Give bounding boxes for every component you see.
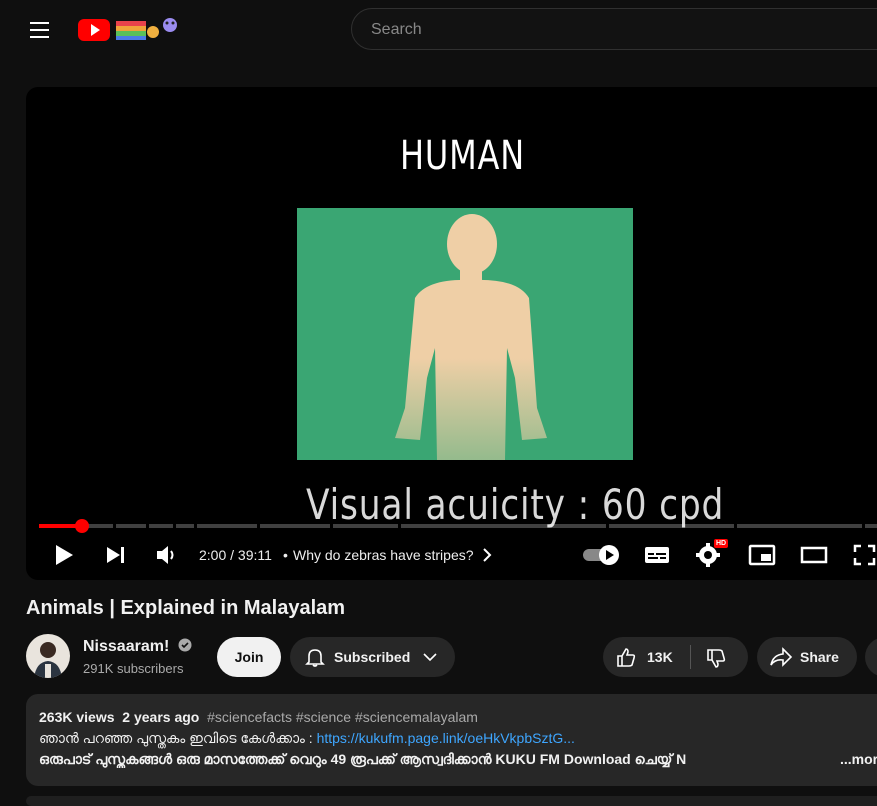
video-title: Animals | Explained in Malayalam — [26, 597, 346, 619]
chapter-separator: • — [283, 547, 288, 563]
thumbs-down-icon — [707, 649, 726, 668]
fullscreen-button[interactable] — [852, 540, 877, 570]
subscribed-button[interactable]: Subscribed — [290, 637, 455, 677]
view-count: 263K views — [39, 709, 115, 725]
chapter-title: Why do zebras have stripes? — [293, 547, 474, 563]
channel-name[interactable]: Nissaaram! — [83, 638, 192, 656]
youtube-logo[interactable] — [78, 15, 188, 47]
description-line-1: ഞാൻ പറഞ്ഞ പുസ്തകം ഇവിടെ കേൾക്കാം : https… — [39, 730, 575, 747]
theater-mode-button[interactable] — [800, 540, 828, 570]
next-section-edge — [26, 796, 877, 806]
miniplayer-button[interactable] — [748, 540, 776, 570]
progress-bar[interactable] — [39, 519, 877, 533]
description-line-1-text: ഞാൻ പറഞ്ഞ പുസ്തകം ഇവിടെ കേൾക്കാം : — [39, 730, 317, 746]
upload-age: 2 years ago — [122, 709, 200, 725]
subscribed-label: Subscribed — [334, 649, 411, 665]
chevron-down-icon — [423, 653, 437, 662]
thumbs-up-icon — [617, 648, 636, 667]
channel-name-text: Nissaaram! — [83, 638, 170, 655]
subscriber-count: 291K subscribers — [83, 661, 184, 676]
chapter-title-button[interactable]: Why do zebras have stripes? — [293, 547, 493, 563]
play-button[interactable] — [52, 540, 76, 570]
time-display: 2:00 / 39:11 — [199, 547, 272, 563]
description-meta: 263K views 2 years ago #sciencefacts #sc… — [39, 709, 478, 725]
settings-button[interactable]: HD — [695, 539, 729, 570]
join-button[interactable]: Join — [217, 637, 281, 677]
share-button[interactable]: Share — [757, 637, 857, 677]
dislike-button[interactable] — [691, 637, 748, 677]
play-icon — [56, 545, 73, 565]
description-line-2: ഒരുപാട് പുസ്തകങ്ങൾ ഒരു മാസത്തേക്ക് വെറും… — [39, 751, 687, 767]
autoplay-toggle[interactable] — [582, 540, 622, 570]
volume-icon — [157, 546, 174, 564]
search-input[interactable] — [369, 20, 853, 40]
next-icon — [107, 547, 124, 563]
fullscreen-icon — [853, 544, 876, 566]
progress-scrubber[interactable] — [75, 519, 89, 533]
share-label: Share — [800, 649, 839, 665]
description-link[interactable]: https://kukufm.page.link/oeHkVkpbSztG... — [317, 730, 575, 746]
hashtags[interactable]: #sciencefacts #science #sciencemalayalam — [207, 709, 478, 725]
subtitles-icon — [645, 547, 669, 563]
chevron-right-icon — [483, 548, 492, 562]
more-actions-button[interactable] — [865, 637, 877, 677]
like-dislike-group: 13K — [603, 637, 748, 677]
theater-icon — [800, 546, 828, 564]
guide-menu-button[interactable] — [20, 12, 60, 48]
share-icon — [770, 647, 793, 667]
like-count: 13K — [647, 649, 673, 665]
miniplayer-icon — [748, 544, 776, 566]
show-more-button[interactable]: ...more — [840, 751, 877, 767]
bell-icon — [305, 649, 325, 667]
video-illustration — [297, 208, 633, 460]
hd-badge: HD — [714, 539, 729, 548]
search-box[interactable] — [351, 8, 877, 50]
video-caption: Visual acuicity : 60 cpd — [306, 480, 725, 529]
channel-avatar[interactable] — [26, 634, 70, 678]
autoplay-icon — [583, 545, 619, 565]
subtitles-button[interactable] — [643, 540, 671, 570]
next-button[interactable] — [104, 540, 128, 570]
verified-icon — [178, 638, 192, 652]
mute-button[interactable] — [154, 540, 178, 570]
video-frame-title: HUMAN — [400, 133, 525, 179]
like-button[interactable]: 13K — [603, 637, 690, 677]
